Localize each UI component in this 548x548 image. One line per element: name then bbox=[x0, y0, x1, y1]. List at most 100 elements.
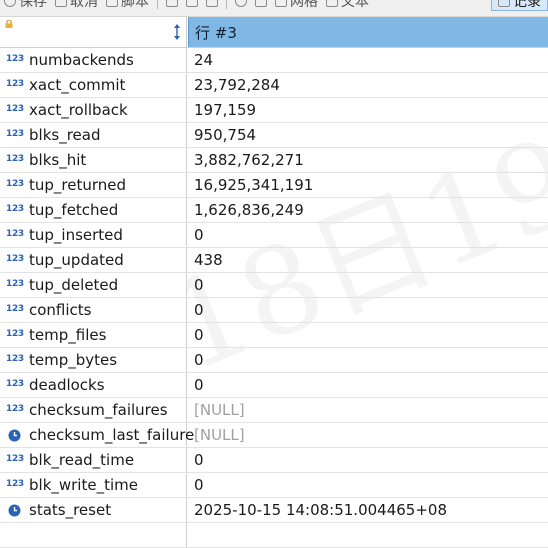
record-row: 123 tup_deleted 0 bbox=[0, 273, 548, 298]
save-button[interactable]: 保存 bbox=[0, 0, 51, 11]
field-name-header[interactable] bbox=[0, 17, 187, 47]
field-name-cell[interactable]: 123 numbackends bbox=[0, 48, 187, 72]
field-value-cell[interactable]: [NULL] bbox=[188, 423, 548, 447]
field-name-cell[interactable]: 123 tup_fetched bbox=[0, 198, 187, 222]
field-value-cell[interactable]: 0 bbox=[188, 273, 548, 297]
add-row-button[interactable] bbox=[182, 0, 202, 7]
field-name: numbackends bbox=[29, 51, 134, 69]
grid-label: 网格 bbox=[290, 0, 318, 10]
cancel-label: 取消 bbox=[70, 0, 98, 10]
record-row: 123 xact_rollback 197,159 bbox=[0, 98, 548, 123]
filter-button[interactable] bbox=[251, 0, 271, 7]
number-type-icon: 123 bbox=[6, 179, 24, 189]
number-type-icon: 123 bbox=[6, 379, 24, 389]
number-type-icon: 123 bbox=[6, 54, 24, 64]
field-name: blk_read_time bbox=[29, 451, 135, 469]
refresh-icon bbox=[235, 0, 247, 7]
field-name-cell[interactable]: 123 temp_files bbox=[0, 323, 187, 347]
field-name-cell[interactable]: 123 xact_commit bbox=[0, 73, 187, 97]
field-value-cell[interactable]: 16,925,341,191 bbox=[188, 173, 548, 197]
field-value-cell[interactable]: 0 bbox=[188, 373, 548, 397]
field-value: 0 bbox=[194, 301, 204, 319]
field-value-cell[interactable]: 0 bbox=[188, 348, 548, 372]
arrow-icon bbox=[166, 0, 178, 7]
prev-button[interactable] bbox=[162, 0, 182, 7]
field-name-cell[interactable]: 123 deadlocks bbox=[0, 373, 187, 397]
record-view-button[interactable]: 记录 bbox=[491, 0, 548, 11]
field-name-cell[interactable]: 123 tup_inserted bbox=[0, 223, 187, 247]
field-value-cell[interactable]: 0 bbox=[188, 473, 548, 497]
field-value: 23,792,284 bbox=[194, 76, 280, 94]
text-view-button[interactable]: 文本 bbox=[322, 0, 373, 11]
field-name-cell[interactable]: 123 checksum_failures bbox=[0, 398, 187, 422]
field-value: 0 bbox=[194, 226, 204, 244]
cancel-button[interactable]: 取消 bbox=[51, 0, 102, 11]
field-value: 0 bbox=[194, 476, 204, 494]
field-value-cell[interactable]: 197,159 bbox=[188, 98, 548, 122]
field-name-cell[interactable]: 123 xact_rollback bbox=[0, 98, 187, 122]
number-type-icon: 123 bbox=[6, 304, 24, 314]
field-name-cell[interactable]: checksum_last_failure bbox=[0, 423, 194, 447]
field-value: 0 bbox=[194, 326, 204, 344]
grid-icon bbox=[275, 0, 287, 7]
field-name-cell[interactable]: 123 tup_updated bbox=[0, 248, 187, 272]
field-name-cell[interactable]: 123 blks_hit bbox=[0, 148, 187, 172]
field-name: tup_deleted bbox=[29, 276, 119, 294]
record-row: 123 tup_inserted 0 bbox=[0, 223, 548, 248]
field-name-cell[interactable]: 123 tup_returned bbox=[0, 173, 187, 197]
record-row: 123 blk_read_time 0 bbox=[0, 448, 548, 473]
field-value-cell[interactable]: 23,792,284 bbox=[188, 73, 548, 97]
record-row: 123 blks_hit 3,882,762,271 bbox=[0, 148, 548, 173]
toolbar-divider bbox=[157, 0, 158, 9]
record-row: checksum_last_failure [NULL] bbox=[0, 423, 548, 448]
field-name-cell[interactable]: 123 tup_deleted bbox=[0, 273, 187, 297]
field-name-cell[interactable]: stats_reset bbox=[0, 498, 187, 522]
field-name: xact_rollback bbox=[29, 101, 128, 119]
field-name-cell[interactable]: 123 blks_read bbox=[0, 123, 187, 147]
field-value-cell[interactable]: 1,626,836,249 bbox=[188, 198, 548, 222]
field-value-cell[interactable]: 3,882,762,271 bbox=[188, 148, 548, 172]
field-name: tup_returned bbox=[29, 176, 127, 194]
sort-icon[interactable] bbox=[173, 23, 181, 41]
number-type-icon: 123 bbox=[6, 154, 24, 164]
field-value-cell[interactable]: [NULL] bbox=[188, 398, 548, 422]
field-value: 2025-10-15 14:08:51.004465+08 bbox=[194, 501, 447, 519]
grid-view-button[interactable]: 网格 bbox=[271, 0, 322, 11]
field-name-cell[interactable]: 123 blk_read_time bbox=[0, 448, 187, 472]
delete-row-button[interactable] bbox=[202, 0, 222, 7]
field-value: 0 bbox=[194, 351, 204, 369]
field-value: 0 bbox=[194, 376, 204, 394]
field-value: 0 bbox=[194, 276, 204, 294]
field-value-cell[interactable]: 24 bbox=[188, 48, 548, 72]
field-value: 16,925,341,191 bbox=[194, 176, 314, 194]
field-name: temp_files bbox=[29, 326, 107, 344]
clock-icon bbox=[8, 504, 21, 517]
column-header[interactable]: 行 #3 bbox=[188, 17, 548, 47]
field-value-cell[interactable]: 0 bbox=[188, 448, 548, 472]
field-name-cell[interactable]: 123 temp_bytes bbox=[0, 348, 187, 372]
script-button[interactable]: 脚本 bbox=[102, 0, 153, 11]
field-name: xact_commit bbox=[29, 76, 126, 94]
field-name-cell[interactable]: 123 blk_write_time bbox=[0, 473, 187, 497]
record-row: 123 checksum_failures [NULL] bbox=[0, 398, 548, 423]
field-value-cell[interactable]: 950,754 bbox=[188, 123, 548, 147]
record-row: 123 conflicts 0 bbox=[0, 298, 548, 323]
field-value-cell[interactable]: 0 bbox=[188, 298, 548, 322]
field-value-cell[interactable]: 2025-10-15 14:08:51.004465+08 bbox=[188, 498, 548, 522]
script-label: 脚本 bbox=[121, 0, 149, 10]
record-row: 123 tup_updated 438 bbox=[0, 248, 548, 273]
lock-icon bbox=[5, 20, 13, 28]
field-value: 950,754 bbox=[194, 126, 257, 144]
grid-header-row: 行 #3 bbox=[0, 17, 548, 48]
number-type-icon: 123 bbox=[6, 279, 24, 289]
field-name: checksum_last_failure bbox=[29, 426, 195, 444]
field-value: 0 bbox=[194, 451, 204, 469]
field-name-cell[interactable]: 123 conflicts bbox=[0, 298, 187, 322]
field-value-cell[interactable]: 438 bbox=[188, 248, 548, 272]
field-value-cell[interactable]: 0 bbox=[188, 223, 548, 247]
refresh-button[interactable] bbox=[231, 0, 251, 7]
number-type-icon: 123 bbox=[6, 204, 24, 214]
number-type-icon: 123 bbox=[6, 129, 24, 139]
field-value-cell[interactable]: 0 bbox=[188, 323, 548, 347]
record-row: 123 deadlocks 0 bbox=[0, 373, 548, 398]
